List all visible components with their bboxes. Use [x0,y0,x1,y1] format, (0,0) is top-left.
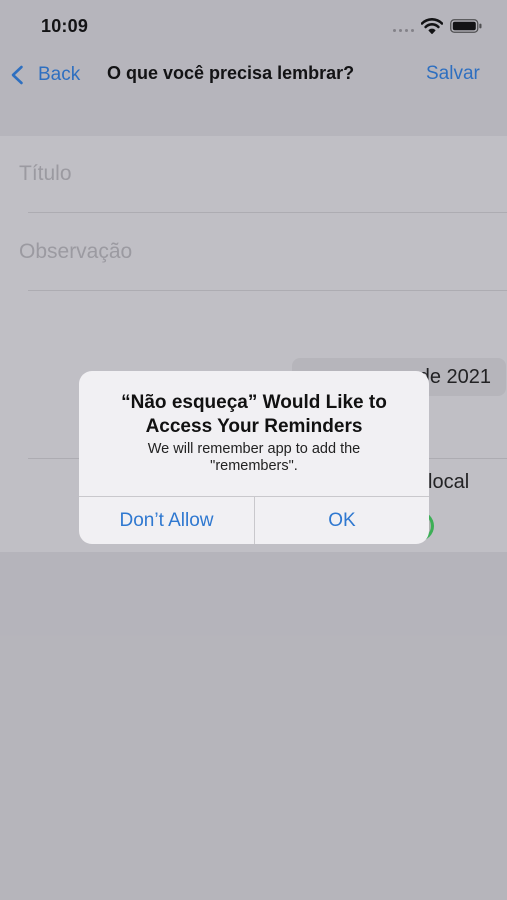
alert-title: “Não esqueça” Would Like to Access Your … [121,392,387,437]
status-bar: 10:09 [0,0,507,50]
separator [28,290,507,291]
wifi-icon [421,18,443,34]
navigation-bar: Back O que você precisa lembrar? Salvar [0,50,507,136]
screen: 10:09 Back O que você precisa lembrar? S… [0,0,507,900]
permission-alert: “Não esqueça” Would Like to Access Your … [79,371,429,544]
separator [28,212,507,213]
status-time: 10:09 [41,16,89,36]
dont-allow-button[interactable]: Don’t Allow [79,497,254,544]
location-label: local [428,471,470,493]
back-button[interactable]: Back [10,62,80,88]
page-title: O que você precisa lembrar? [107,63,355,83]
alert-message: We will remember app to add the "remembe… [147,441,361,474]
back-label: Back [38,64,81,85]
battery-icon [450,19,482,33]
title-field[interactable] [19,154,507,194]
signal-dots-icon [393,29,415,33]
save-button[interactable]: Salvar [426,63,480,85]
date-text: de 2021 [418,365,491,388]
chevron-left-icon [11,65,23,85]
ok-button[interactable]: OK [255,497,429,544]
notes-field[interactable] [19,232,507,272]
